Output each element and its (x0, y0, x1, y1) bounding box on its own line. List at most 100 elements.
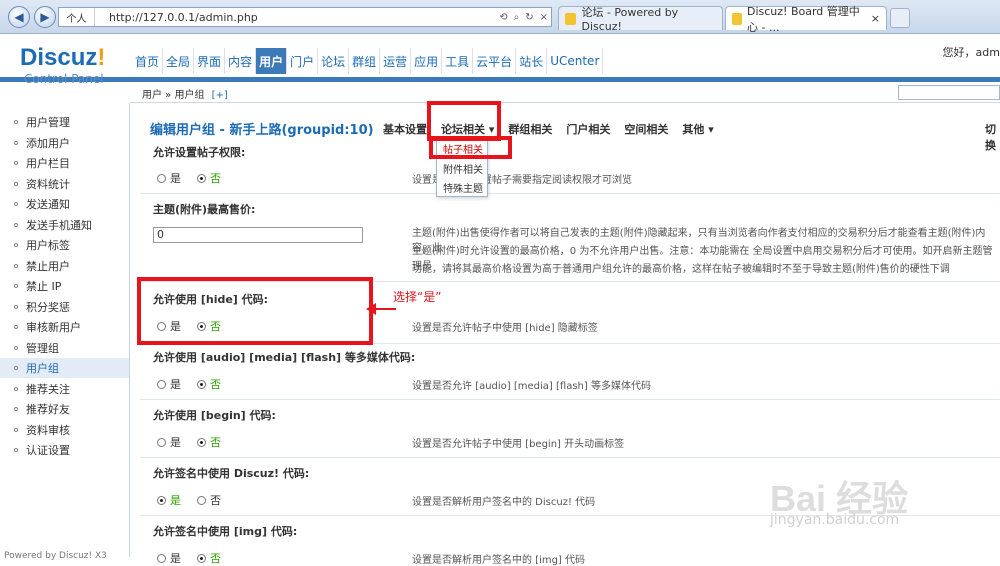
highlight-box-hide-setting (137, 277, 373, 345)
setting-label: 允许使用 [audio] [media] [flash] 等多媒体代码: (153, 351, 416, 364)
nav-cloud[interactable]: 云平台 (473, 48, 517, 74)
setting-hint: 设置是否解析用户签名中的 Discuz! 代码 (412, 497, 596, 508)
radio-no[interactable] (197, 495, 206, 505)
nav-group[interactable]: 群组 (349, 48, 381, 74)
sidebar-item[interactable]: 禁止用户 (0, 256, 129, 276)
breadcrumb-text: 用户 » 用户组 (142, 90, 205, 101)
discuz-favicon-icon (565, 12, 577, 25)
compat-icon[interactable]: ⟲ (499, 12, 507, 23)
sidebar-item[interactable]: 用户组 (0, 358, 129, 378)
radio-yes[interactable] (157, 437, 166, 447)
radio-no[interactable] (197, 173, 206, 183)
powered-by: Powered by Discuz! X3 (4, 551, 107, 561)
sidebar-item-label: 禁止用户 (26, 259, 70, 273)
address-bar[interactable]: 个人 http://127.0.0.1/admin.php ⟲ ⌕ ↻ × (58, 7, 552, 27)
radio-yes-label: 是 (170, 552, 181, 565)
sidebar-item[interactable]: 推荐好友 (0, 399, 129, 419)
radio-no[interactable] (197, 437, 206, 447)
radio-yes[interactable] (157, 379, 166, 389)
sidebar-item[interactable]: 认证设置 (0, 440, 129, 460)
dropdown-item-attachments[interactable]: 附件相关 (443, 161, 483, 176)
nav-operation[interactable]: 运营 (380, 48, 412, 74)
sidebar-item[interactable]: 用户管理 (0, 112, 129, 132)
nav-content[interactable]: 内容 (225, 48, 257, 74)
tab-admin[interactable]: Discuz! Board 管理中心 - ... × (725, 5, 887, 34)
search-icon[interactable]: ⌕ (514, 12, 520, 23)
nav-webmaster[interactable]: 站长 (516, 48, 548, 74)
tab-other[interactable]: 其他 ▾ (682, 121, 713, 137)
sidebar-item-label: 管理组 (26, 341, 59, 355)
sidebar-item[interactable]: 审核新用户 (0, 317, 129, 337)
setting-label: 主题(附件)最高售价: (153, 203, 256, 216)
nav-global[interactable]: 全局 (163, 48, 195, 74)
tab-group-related[interactable]: 群组相关 (508, 121, 552, 137)
sidebar-item[interactable]: 发送通知 (0, 194, 129, 214)
radio-no[interactable] (197, 553, 206, 563)
sidebar-item[interactable]: 管理组 (0, 338, 129, 358)
annotation-text: 选择“是” (393, 290, 442, 304)
forward-icon[interactable]: ▶ (34, 6, 56, 28)
sidebar-item-label: 资料审核 (26, 423, 70, 437)
radio-no-label: 否 (210, 172, 221, 185)
radio-no-label: 否 (210, 494, 221, 507)
radio-yes[interactable] (157, 495, 166, 505)
sidebar-item[interactable]: 资料统计 (0, 174, 129, 194)
sidebar-item[interactable]: 禁止 IP (0, 276, 129, 296)
breadcrumb: 用户 » 用户组 [+] (142, 86, 228, 101)
dropdown-item-special[interactable]: 特殊主题 (443, 180, 483, 195)
nav-app[interactable]: 应用 (411, 48, 443, 74)
bullet-icon (14, 120, 18, 124)
nav-portal[interactable]: 门户 (287, 48, 319, 74)
setting-hint: 设置是否允许帖子中使用 [hide] 隐藏标签 (412, 323, 598, 334)
bullet-icon (14, 181, 18, 186)
menu-search-input[interactable] (898, 85, 1000, 100)
sidebar-item-label: 用户栏目 (26, 157, 70, 170)
sidebar-item[interactable]: 用户标签 (0, 235, 129, 255)
row-divider (140, 193, 1000, 194)
top-nav: 首页 全局 界面 内容 用户 门户 论坛 群组 运营 应用 工具 云平台 站长 … (132, 48, 604, 74)
setting-hint: 设置是否允许帖子中使用 [begin] 开头动画标签 (412, 439, 625, 450)
sidebar-item-label: 积分奖惩 (26, 300, 70, 314)
sidebar-item-label: 认证设置 (26, 444, 70, 457)
radio-group: 是否 (157, 550, 221, 566)
nav-style[interactable]: 界面 (194, 48, 226, 74)
sidebar-item-label: 用户标签 (26, 239, 70, 252)
back-icon[interactable]: ◀ (8, 6, 30, 28)
sidebar-item-label: 用户管理 (26, 116, 70, 129)
sidebar-item[interactable]: 资料审核 (0, 420, 129, 440)
close-icon[interactable]: × (540, 12, 548, 23)
radio-yes[interactable] (157, 553, 166, 563)
add-shortcut-link[interactable]: [+] (212, 90, 228, 101)
tab-forum[interactable]: 论坛 - Powered by Discuz! (558, 6, 723, 33)
nav-home[interactable]: 首页 (132, 48, 164, 74)
nav-tools[interactable]: 工具 (442, 48, 474, 74)
nav-user[interactable]: 用户 (256, 48, 288, 74)
tab-portal-related[interactable]: 门户相关 (566, 121, 610, 137)
sidebar-item-label: 禁止 IP (26, 280, 62, 293)
sidebar-item[interactable]: 发送手机通知 (0, 215, 129, 235)
radio-group: 是否 (157, 170, 221, 186)
zone-label[interactable]: 个人 (59, 8, 95, 26)
tab-basic[interactable]: 基本设置 (383, 121, 427, 137)
nav-forum[interactable]: 论坛 (318, 48, 350, 74)
radio-no[interactable] (197, 379, 206, 389)
bullet-icon (14, 366, 18, 370)
radio-yes[interactable] (157, 173, 166, 183)
sidebar-item[interactable]: 添加用户 (0, 133, 129, 153)
highlight-box-forum-tab (427, 101, 501, 141)
radio-group: 是否 (157, 376, 221, 392)
switch-link[interactable]: 切换 (985, 121, 1000, 153)
tab-close-icon[interactable]: × (871, 12, 880, 25)
radio-yes-label: 是 (170, 436, 181, 449)
sidebar-item-label: 资料统计 (26, 177, 70, 191)
max-price-input[interactable]: 0 (153, 227, 363, 243)
refresh-icon[interactable]: ↻ (525, 12, 533, 23)
new-tab-button[interactable] (890, 8, 910, 28)
sidebar-item[interactable]: 推荐关注 (0, 379, 129, 399)
nav-ucenter[interactable]: UCenter (547, 48, 604, 74)
url-text[interactable]: http://127.0.0.1/admin.php (95, 11, 496, 24)
sidebar-item[interactable]: 用户栏目 (0, 153, 129, 173)
breadcrumb-bar (130, 83, 1000, 103)
tab-space-related[interactable]: 空间相关 (624, 121, 668, 137)
sidebar-item[interactable]: 积分奖惩 (0, 297, 129, 317)
